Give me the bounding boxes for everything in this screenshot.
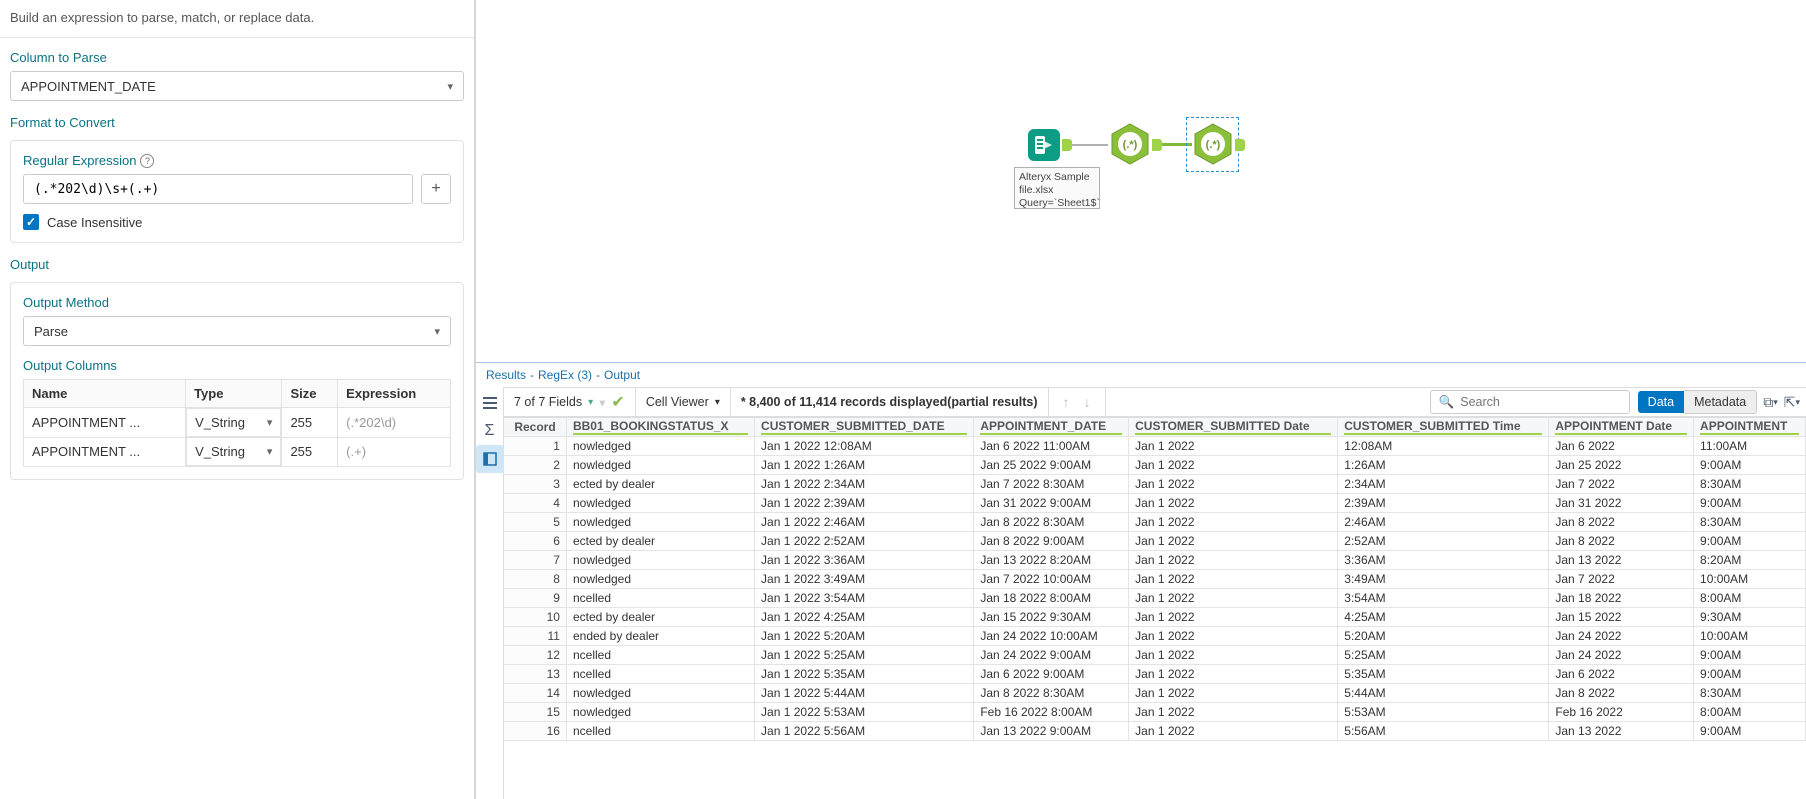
output-col-header: Expression [338, 380, 451, 408]
format-to-convert-label: Format to Convert [10, 115, 464, 130]
grid-row[interactable]: 14nowledgedJan 1 2022 5:44AMJan 8 2022 8… [504, 684, 1806, 703]
fields-selector[interactable]: 7 of 7 Fields [514, 395, 582, 409]
results-left-icons: Σ [476, 387, 504, 799]
input-data-tool[interactable] [1026, 127, 1062, 163]
arrow-down-icon[interactable]: ↓ [1080, 394, 1095, 410]
connector [1072, 144, 1108, 146]
check-icon[interactable]: ✔ [611, 392, 624, 412]
info-icon[interactable]: ? [140, 154, 154, 168]
output-anchor[interactable] [1152, 139, 1162, 151]
list-view-icon[interactable] [476, 389, 504, 417]
config-panel: Build an expression to parse, match, or … [0, 0, 476, 799]
grid-row[interactable]: 13ncelledJan 1 2022 5:35AMJan 6 2022 9:0… [504, 665, 1806, 684]
search-input[interactable] [1460, 395, 1621, 409]
grid-header[interactable]: CUSTOMER_SUBMITTED Time [1338, 418, 1549, 437]
grid-header[interactable]: APPOINTMENT_DATE [974, 418, 1129, 437]
grid-header[interactable]: CUSTOMER_SUBMITTED Date [1129, 418, 1338, 437]
input-tool-label[interactable]: Alteryx Sample file.xlsx Query=`Sheet1$` [1014, 167, 1100, 209]
output-label: Output [10, 257, 464, 272]
grid-row[interactable]: 11ended by dealerJan 1 2022 5:20AMJan 24… [504, 627, 1806, 646]
tab-metadata[interactable]: Metadata [1684, 390, 1757, 414]
output-col-header: Size [282, 380, 338, 408]
grid-row[interactable]: 3ected by dealerJan 1 2022 2:34AMJan 7 2… [504, 475, 1806, 494]
column-to-parse-select[interactable]: APPOINTMENT_DATE ▾ [10, 71, 464, 101]
svg-text:(.*): (.*) [1123, 139, 1138, 151]
grid-row[interactable]: 8nowledgedJan 1 2022 3:49AMJan 7 2022 10… [504, 570, 1806, 589]
tab-data[interactable]: Data [1638, 391, 1684, 413]
output-method-value: Parse [34, 324, 68, 339]
workflow-canvas[interactable]: (.*) (.*) Alteryx Sample file.xlsx Query… [476, 0, 1806, 362]
arrow-up-icon[interactable]: ↑ [1059, 394, 1074, 410]
grid-row[interactable]: 7nowledgedJan 1 2022 3:36AMJan 13 2022 8… [504, 551, 1806, 570]
record-count: * 8,400 of 11,414 records displayed(part… [741, 395, 1038, 409]
chevron-down-icon: ▾ [434, 325, 440, 338]
breadcrumb-results[interactable]: Results [486, 368, 526, 382]
regex-label: Regular Expression [23, 153, 136, 168]
output-col-header: Name [24, 380, 186, 408]
regex-add-button[interactable]: + [421, 174, 451, 204]
results-grid[interactable]: RecordBB01_BOOKINGSTATUS_XCUSTOMER_SUBMI… [504, 417, 1806, 799]
grid-row[interactable]: 9ncelledJan 1 2022 3:54AMJan 18 2022 8:0… [504, 589, 1806, 608]
grid-row[interactable]: 12ncelledJan 1 2022 5:25AMJan 24 2022 9:… [504, 646, 1806, 665]
regex-input[interactable] [23, 174, 413, 204]
search-icon: 🔍 [1439, 395, 1455, 410]
grid-row[interactable]: 1nowledgedJan 1 2022 12:08AMJan 6 2022 1… [504, 437, 1806, 456]
output-method-label: Output Method [23, 295, 451, 310]
case-insensitive-label: Case Insensitive [47, 215, 142, 230]
output-col-row[interactable]: APPOINTMENT ...V_String▾255(.+) [24, 437, 451, 467]
single-record-icon[interactable] [476, 445, 504, 473]
copy-icon[interactable]: ⧉▾ [1763, 394, 1778, 411]
results-toolbar: 7 of 7 Fields ▾ ▾ ✔ Cell Viewer ▾ * 8, [504, 387, 1806, 417]
chevron-down-icon: ▾ [447, 80, 453, 93]
config-description: Build an expression to parse, match, or … [0, 0, 474, 38]
grid-header[interactable]: CUSTOMER_SUBMITTED_DATE [755, 418, 974, 437]
regex-tool-1[interactable]: (.*) [1108, 122, 1152, 166]
cell-viewer-button[interactable]: Cell Viewer [646, 395, 709, 409]
output-section: Output Method Parse ▾ Output Columns Nam… [10, 282, 464, 480]
grid-header[interactable]: Record [504, 418, 566, 437]
regex-section: Regular Expression ? + Case Insensitive [10, 140, 464, 243]
case-insensitive-checkbox[interactable] [23, 214, 39, 230]
output-anchor[interactable] [1235, 139, 1245, 151]
results-breadcrumb: Results - RegEx (3) - Output [476, 363, 1806, 387]
output-anchor[interactable] [1062, 139, 1072, 151]
regex-tool-2[interactable]: (.*) [1191, 122, 1235, 166]
grid-row[interactable]: 2nowledgedJan 1 2022 1:26AMJan 25 2022 9… [504, 456, 1806, 475]
grid-row[interactable]: 16ncelledJan 1 2022 5:56AMJan 13 2022 9:… [504, 722, 1806, 741]
chevron-down-icon[interactable]: ▾ [715, 397, 720, 408]
search-box[interactable]: 🔍 [1430, 390, 1630, 414]
grid-row[interactable]: 6ected by dealerJan 1 2022 2:52AMJan 8 2… [504, 532, 1806, 551]
output-method-select[interactable]: Parse ▾ [23, 316, 451, 346]
output-col-row[interactable]: APPOINTMENT ...V_String▾255(.*202\d) [24, 408, 451, 438]
breadcrumb-tool[interactable]: RegEx (3) [538, 368, 592, 382]
grid-header[interactable]: APPOINTMENT Date [1549, 418, 1694, 437]
grid-row[interactable]: 4nowledgedJan 1 2022 2:39AMJan 31 2022 9… [504, 494, 1806, 513]
svg-text:(.*): (.*) [1206, 139, 1221, 151]
column-to-parse-label: Column to Parse [10, 50, 464, 65]
grid-header[interactable]: BB01_BOOKINGSTATUS_X [566, 418, 754, 437]
grid-row[interactable]: 10ected by dealerJan 1 2022 4:25AMJan 15… [504, 608, 1806, 627]
output-columns-label: Output Columns [23, 358, 451, 373]
grid-header[interactable]: APPOINTMENT [1694, 418, 1806, 437]
output-col-header: Type [186, 380, 282, 408]
results-panel: Results - RegEx (3) - Output Σ 7 of 7 Fi… [476, 362, 1806, 799]
breadcrumb-output[interactable]: Output [604, 368, 640, 382]
grid-row[interactable]: 15nowledgedJan 1 2022 5:53AMFeb 16 2022 … [504, 703, 1806, 722]
sigma-icon[interactable]: Σ [476, 417, 504, 445]
popout-icon[interactable]: ⇱▾ [1784, 394, 1800, 411]
column-to-parse-value: APPOINTMENT_DATE [21, 79, 156, 94]
grid-row[interactable]: 5nowledgedJan 1 2022 2:46AMJan 8 2022 8:… [504, 513, 1806, 532]
output-columns-table: NameTypeSizeExpression APPOINTMENT ...V_… [23, 379, 451, 467]
chevron-down-icon[interactable]: ▾ [588, 397, 593, 408]
